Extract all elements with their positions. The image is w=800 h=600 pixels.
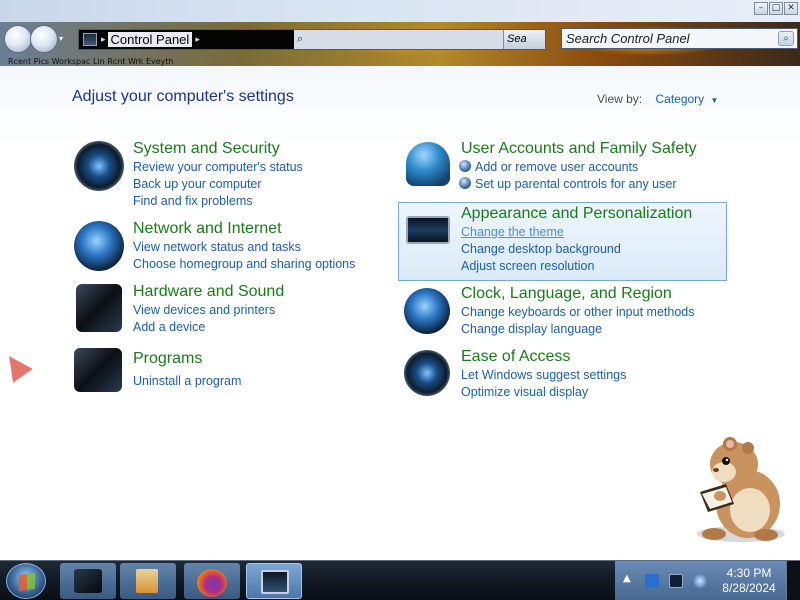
clock-time: 4:30 PM (726, 566, 772, 580)
link-suggest-settings[interactable]: Let Windows suggest settings (461, 367, 626, 384)
forward-button[interactable] (30, 25, 58, 53)
menu-strip: Rcent Pics Workspac Lin Rcnt Wrk Eveyth (8, 58, 174, 66)
address-bar[interactable]: ▸ Control Panel ▸ ⌕ Sea (78, 29, 546, 50)
refresh-button[interactable]: Sea (503, 30, 545, 49)
search-input[interactable]: Search Control Panel ⌕ (561, 28, 798, 49)
link-add-device[interactable]: Add a device (133, 319, 284, 336)
taskbar-firefox[interactable] (184, 563, 240, 599)
category-title[interactable]: User Accounts and Family Safety (461, 140, 697, 158)
window-controls: – □ ✕ (754, 2, 798, 15)
action-center-icon[interactable] (645, 574, 659, 588)
back-button[interactable] (4, 25, 32, 53)
programs-icon[interactable] (74, 348, 122, 392)
maximize-button[interactable]: □ (769, 2, 783, 15)
chevron-down-icon[interactable]: ▼ (711, 96, 719, 105)
taskbar-control-panel[interactable] (60, 563, 116, 599)
link-parental-controls[interactable]: Set up parental controls for any user (459, 176, 697, 193)
link-screen-resolution[interactable]: Adjust screen resolution (461, 258, 692, 275)
show-hidden-icons-button[interactable]: ▲ (623, 573, 631, 584)
category-clock-language: Clock, Language, and Region Change keybo… (461, 285, 694, 338)
network-globe-icon[interactable] (74, 221, 124, 271)
category-title[interactable]: Ease of Access (461, 348, 626, 366)
category-title[interactable]: System and Security (133, 140, 303, 158)
volume-icon[interactable] (693, 574, 707, 588)
view-by-dropdown[interactable]: Category (655, 92, 704, 106)
hamster-mascot-icon (697, 437, 785, 542)
category-title[interactable]: Appearance and Personalization (461, 205, 692, 223)
link-keyboards[interactable]: Change keyboards or other input methods (461, 304, 694, 321)
chevron-right-icon[interactable]: ▸ (195, 35, 200, 45)
title-bar (0, 0, 800, 22)
search-icon[interactable]: ⌕ (778, 31, 794, 46)
taskbar: ▲ 4:30 PM 8/28/2024 (0, 560, 800, 600)
ease-of-access-icon[interactable] (404, 350, 450, 396)
shield-icon (459, 160, 471, 172)
monitor-icon (261, 570, 289, 594)
shield-icon (459, 177, 471, 189)
taskbar-control-panel-window[interactable] (246, 563, 302, 599)
clock-date: 8/28/2024 (722, 581, 776, 595)
link-label: Set up parental controls for any user (475, 177, 677, 191)
users-icon[interactable] (406, 142, 450, 186)
category-title[interactable]: Network and Internet (133, 220, 355, 238)
link-homegroup[interactable]: Choose homegroup and sharing options (133, 256, 355, 273)
show-desktop-button[interactable] (786, 561, 800, 600)
link-find-fix[interactable]: Find and fix problems (133, 193, 303, 210)
window-chrome: – □ ✕ ▾ ▸ Control Panel ▸ ⌕ Sea Search C… (0, 0, 800, 66)
link-back-up[interactable]: Back up your computer (133, 176, 303, 193)
category-programs: Programs Uninstall a program (133, 350, 241, 390)
monitor-icon[interactable] (406, 216, 450, 244)
magnifier-icon: ⌕ (297, 32, 304, 45)
category-network-internet: Network and Internet View network status… (133, 220, 355, 273)
link-devices-printers[interactable]: View devices and printers (133, 302, 284, 319)
system-security-icon[interactable] (74, 141, 124, 191)
category-user-accounts: User Accounts and Family Safety Add or r… (459, 140, 697, 193)
category-ease-of-access: Ease of Access Let Windows suggest setti… (461, 348, 626, 401)
media-player-icon (136, 569, 158, 593)
link-review-status[interactable]: Review your computer's status (133, 159, 303, 176)
control-panel-icon (83, 33, 97, 46)
close-button[interactable]: ✕ (784, 2, 798, 15)
control-panel-app-icon (74, 569, 102, 593)
minimize-button[interactable]: – (754, 2, 768, 15)
link-label: Add or remove user accounts (475, 160, 639, 174)
link-change-theme[interactable]: Change the theme (461, 224, 692, 241)
category-title[interactable]: Hardware and Sound (133, 283, 284, 301)
link-optimize-display[interactable]: Optimize visual display (461, 384, 626, 401)
start-button[interactable] (6, 563, 46, 599)
link-display-language[interactable]: Change display language (461, 321, 694, 338)
clock-globe-icon[interactable] (404, 288, 450, 334)
firefox-icon (197, 569, 227, 597)
category-title[interactable]: Programs (133, 350, 241, 368)
search-placeholder: Search Control Panel (566, 31, 690, 46)
chevron-right-icon[interactable]: ▸ (101, 35, 106, 45)
category-appearance: Appearance and Personalization Change th… (461, 205, 692, 275)
category-system-security: System and Security Review your computer… (133, 140, 303, 210)
link-network-status[interactable]: View network status and tasks (133, 239, 355, 256)
recent-pages-dropdown[interactable]: ▾ (56, 25, 66, 53)
taskbar-media-player[interactable] (120, 563, 176, 599)
link-desktop-background[interactable]: Change desktop background (461, 241, 692, 258)
category-hardware-sound: Hardware and Sound View devices and prin… (133, 283, 284, 336)
control-panel-content: Adjust your computer's settings View by:… (0, 66, 800, 560)
taskbar-clock[interactable]: 4:30 PM 8/28/2024 (718, 566, 780, 596)
navigation-buttons: ▾ (4, 25, 66, 53)
hardware-sound-icon[interactable] (76, 284, 122, 332)
breadcrumb-control-panel[interactable]: Control Panel (107, 32, 193, 47)
link-add-remove-users[interactable]: Add or remove user accounts (459, 159, 697, 176)
page-title: Adjust your computer's settings (72, 88, 294, 105)
windows-logo-icon (19, 572, 35, 592)
link-uninstall[interactable]: Uninstall a program (133, 373, 241, 390)
view-by-control: View by: Category ▼ (597, 92, 718, 106)
view-by-label: View by: (597, 92, 643, 106)
network-icon[interactable] (669, 574, 683, 588)
category-title[interactable]: Clock, Language, and Region (461, 285, 694, 303)
